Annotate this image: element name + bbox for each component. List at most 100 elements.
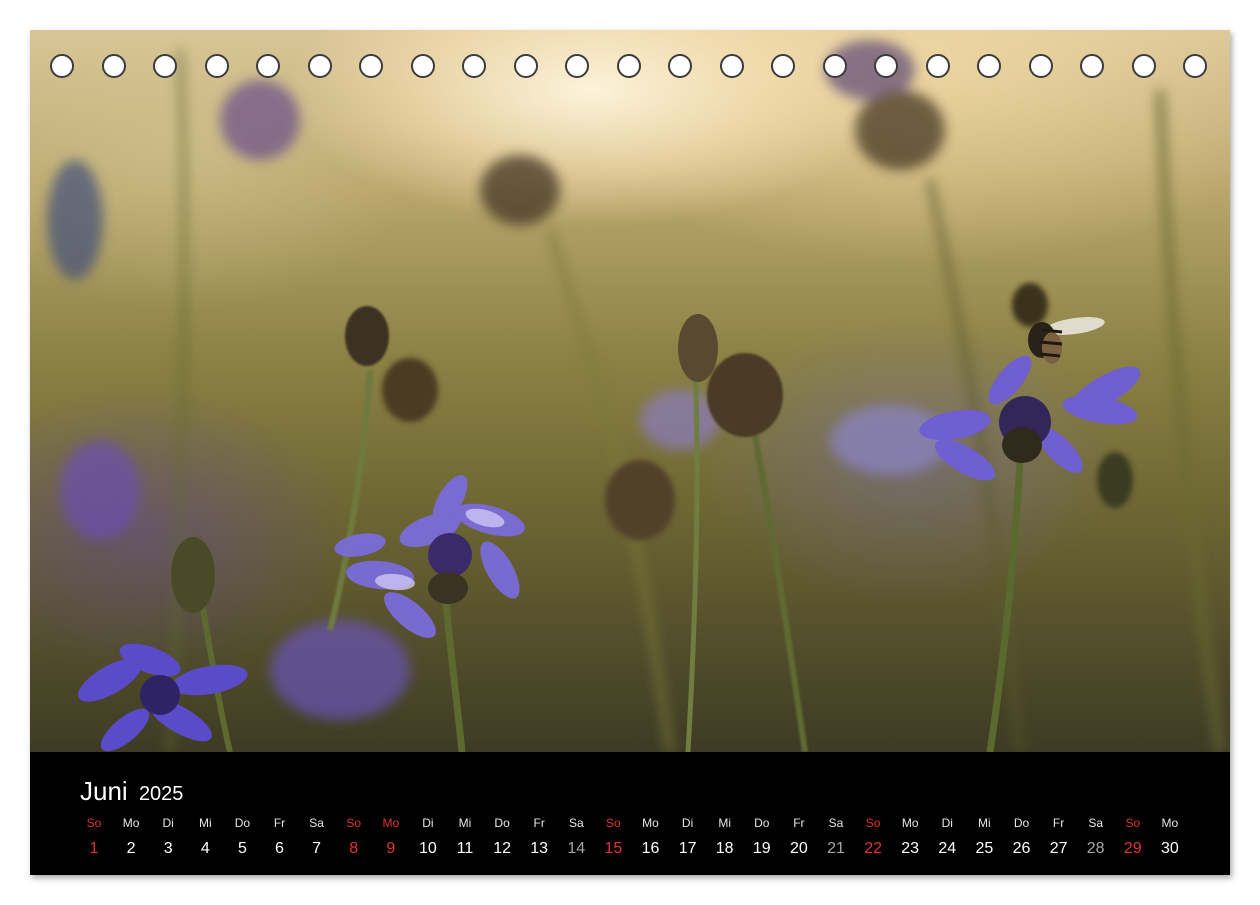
day-number: 28 xyxy=(1086,840,1105,857)
day-cell: Mo 23 xyxy=(890,816,930,859)
binding-hole xyxy=(256,54,280,78)
spiral-binding xyxy=(50,54,1210,80)
day-cell: Di 17 xyxy=(668,816,708,859)
day-cell: Mi 18 xyxy=(705,816,745,859)
day-number: 7 xyxy=(312,840,322,857)
month-year: 2025 xyxy=(138,783,184,805)
day-number: 13 xyxy=(530,840,549,857)
weekday-label: So xyxy=(1125,816,1141,830)
weekday-label: Mi xyxy=(198,816,212,830)
day-number: 19 xyxy=(752,840,771,857)
day-cell: Sa 21 xyxy=(816,816,856,859)
binding-hole xyxy=(616,54,641,78)
binding-hole xyxy=(668,54,692,78)
day-cell: So 22 xyxy=(853,816,893,859)
binding-hole xyxy=(771,54,795,78)
weekday-label: Di xyxy=(422,816,434,830)
binding-hole xyxy=(307,54,332,78)
day-cell: Mi 11 xyxy=(445,816,485,859)
binding-hole xyxy=(719,54,744,78)
weekday-label: Do xyxy=(1013,816,1030,830)
weekday-label: So xyxy=(86,816,102,830)
day-number: 11 xyxy=(456,840,474,857)
day-number: 17 xyxy=(678,840,697,857)
day-number: 27 xyxy=(1049,840,1068,857)
day-number: 8 xyxy=(349,840,359,857)
day-number: 9 xyxy=(386,840,396,857)
day-cell: Do 12 xyxy=(482,816,522,859)
day-number: 30 xyxy=(1160,840,1179,857)
binding-hole xyxy=(1028,54,1053,78)
day-number: 6 xyxy=(275,840,284,857)
day-number: 12 xyxy=(493,840,511,857)
weekday-label: So xyxy=(865,816,881,830)
weekday-label: Sa xyxy=(828,816,844,830)
day-cell: Sa 28 xyxy=(1076,816,1116,859)
day-number: 16 xyxy=(641,840,660,857)
day-cell: So 8 xyxy=(334,816,374,859)
day-cell: Fr 13 xyxy=(519,816,559,859)
binding-hole xyxy=(565,54,589,78)
day-cell: So 29 xyxy=(1113,816,1153,859)
binding-hole xyxy=(513,54,538,78)
day-number: 5 xyxy=(237,840,247,857)
calendar-strip: Juni 2025 So 1 Mo 2 Di 3 Mi 4 Do 5 Fr 6 Sa 7 So 8 Mo 9 Di 1… xyxy=(30,752,1230,875)
binding-hole xyxy=(925,54,950,78)
day-cell: So 15 xyxy=(593,816,633,859)
weekday-label: Mi xyxy=(978,816,991,830)
weekday-label: So xyxy=(606,816,621,830)
binding-hole xyxy=(50,54,74,78)
day-number: 2 xyxy=(126,840,136,857)
day-number: 3 xyxy=(163,840,173,857)
weekday-label: Fr xyxy=(1052,816,1065,830)
day-number: 14 xyxy=(567,840,586,857)
day-number: 23 xyxy=(901,840,920,857)
day-cell: Mo 9 xyxy=(371,816,411,859)
day-number: 22 xyxy=(864,840,882,857)
day-number: 15 xyxy=(604,840,623,857)
weekday-label: Di xyxy=(941,816,953,830)
day-cell: So 1 xyxy=(74,816,114,859)
day-cell: Fr 6 xyxy=(260,816,300,859)
binding-hole xyxy=(1080,54,1104,78)
day-cell: Mi 4 xyxy=(185,816,225,859)
day-cell: Do 26 xyxy=(1002,816,1042,859)
binding-hole xyxy=(153,54,177,78)
weekday-label: Do xyxy=(754,816,770,830)
day-number: 20 xyxy=(789,840,808,857)
weekday-label: So xyxy=(346,816,362,830)
weekday-label: Mi xyxy=(718,816,732,830)
day-cell: Fr 20 xyxy=(779,816,819,859)
day-cell: Di 24 xyxy=(927,816,967,859)
day-cell: Do 5 xyxy=(222,816,262,859)
binding-hole xyxy=(874,54,898,78)
weekday-label: Di xyxy=(681,816,694,830)
weekday-label: Mo xyxy=(382,816,400,830)
binding-hole xyxy=(101,54,126,78)
binding-hole xyxy=(410,54,435,78)
day-number: 25 xyxy=(975,840,994,857)
cornflower-illustration xyxy=(47,40,1225,752)
month-title: Juni 2025 xyxy=(80,776,183,807)
day-number: 21 xyxy=(827,840,845,857)
binding-hole xyxy=(204,54,229,78)
weekday-label: Do xyxy=(494,816,510,830)
weekday-label: Fr xyxy=(273,816,286,830)
binding-hole xyxy=(359,54,383,78)
binding-hole xyxy=(1131,54,1156,78)
binding-hole xyxy=(977,54,1001,78)
day-cell: Mo 30 xyxy=(1150,816,1190,859)
day-cell: Sa 14 xyxy=(556,816,596,859)
day-cell: Mo 2 xyxy=(111,816,151,859)
day-number: 4 xyxy=(200,840,210,857)
day-cell: Do 19 xyxy=(742,816,782,859)
weekday-label: Sa xyxy=(309,816,324,830)
day-cell: Di 3 xyxy=(148,816,188,859)
cornflower-photo xyxy=(30,30,1230,752)
day-cell: Fr 27 xyxy=(1039,816,1079,859)
day-number: 18 xyxy=(715,840,734,857)
day-number: 10 xyxy=(418,840,437,857)
weekday-label: Mo xyxy=(122,816,140,830)
binding-hole xyxy=(822,54,847,78)
weekday-label: Mi xyxy=(458,816,472,830)
